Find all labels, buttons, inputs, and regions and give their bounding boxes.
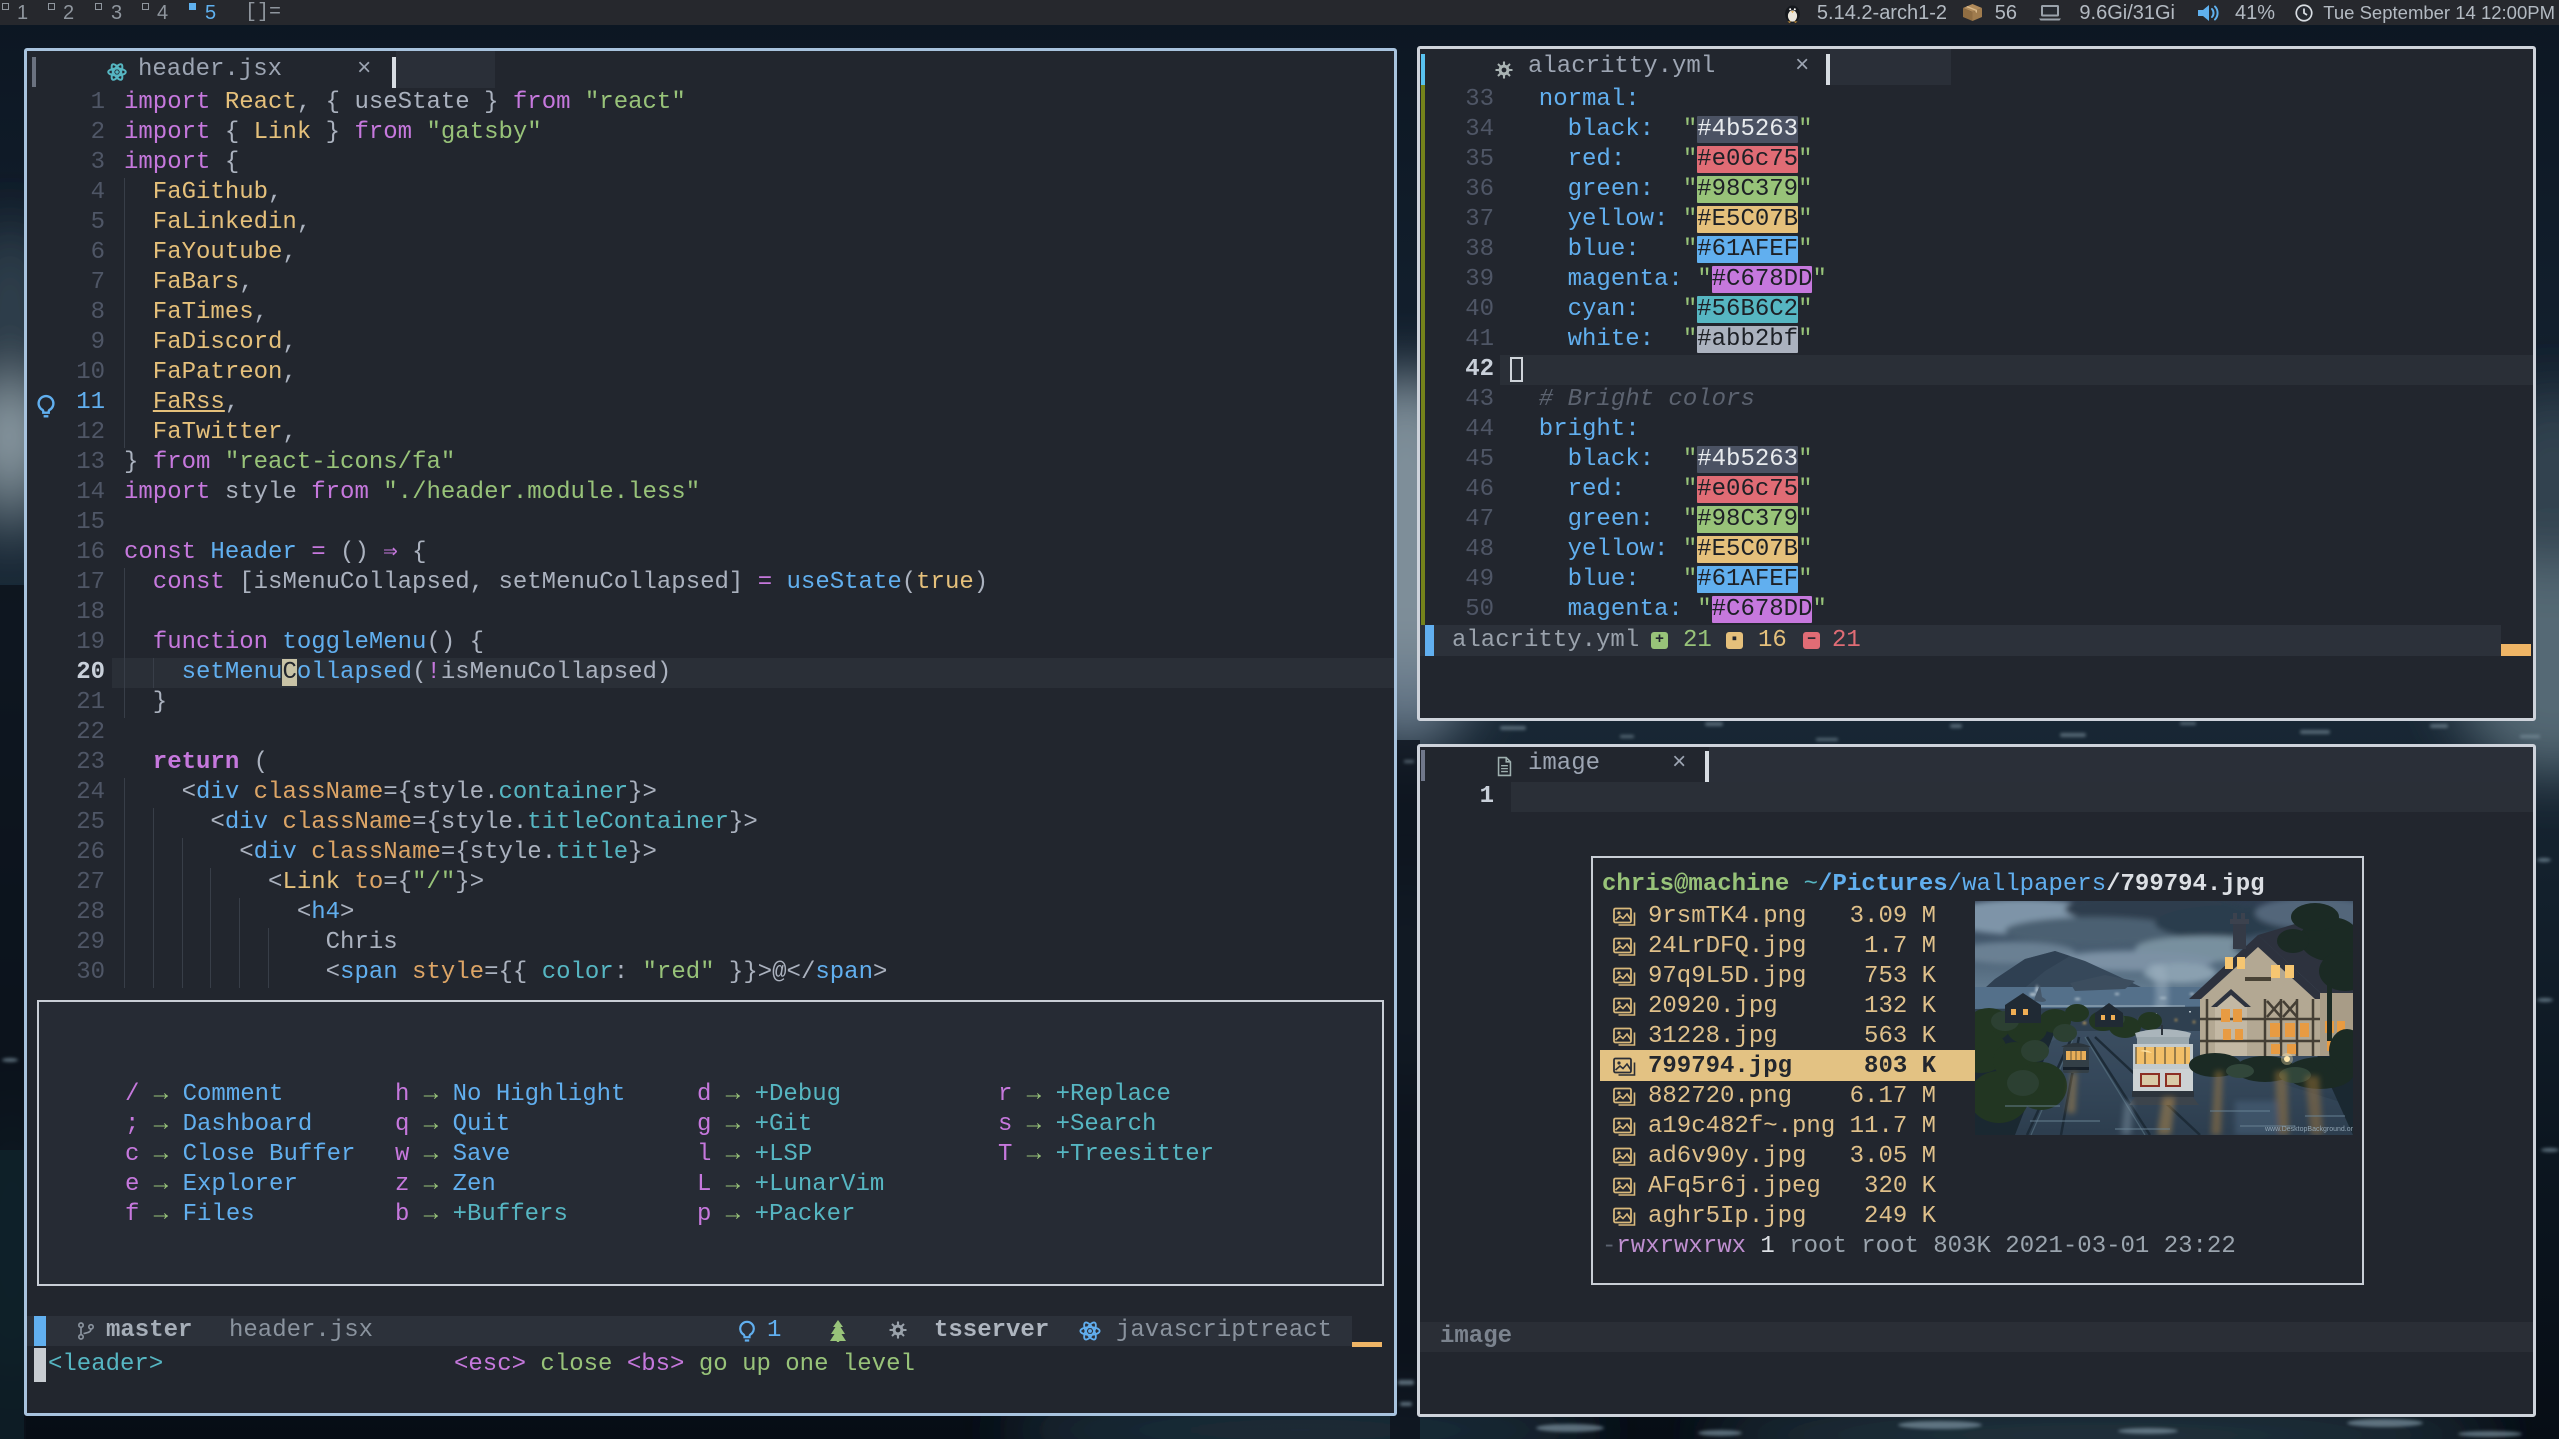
svg-text:www.DesktopBackground.org: www.DesktopBackground.org <box>2264 1126 2353 1133</box>
